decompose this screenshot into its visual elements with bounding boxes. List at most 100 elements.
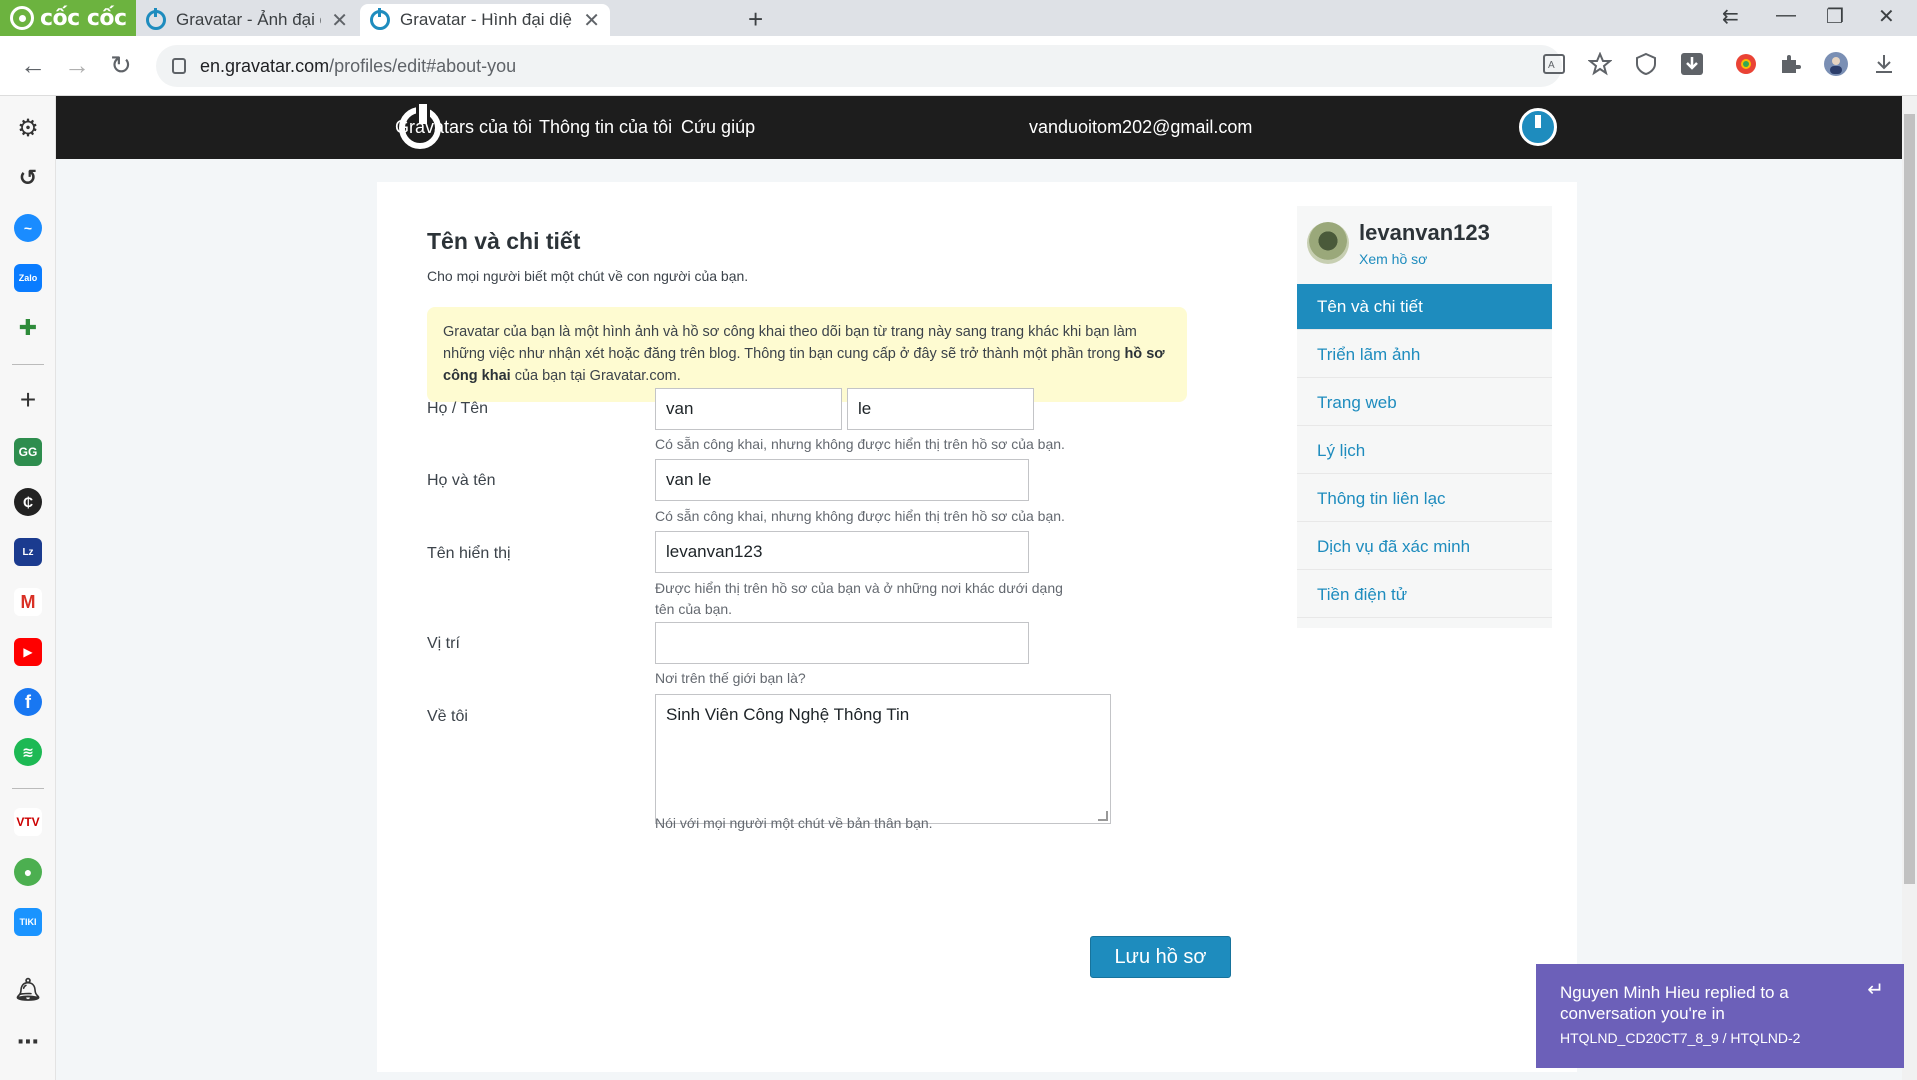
location-label: Vị trí: [427, 635, 460, 652]
sidebar-divider: [12, 364, 44, 365]
toast-message: Nguyen Minh Hieu replied to a conversati…: [1560, 983, 1789, 1023]
save-profile-button[interactable]: Lưu hồ sơ: [1090, 936, 1231, 978]
last-name-input[interactable]: le: [847, 388, 1034, 430]
full-name-label: Họ và tên: [427, 472, 496, 489]
translate-icon[interactable]: A: [1542, 52, 1566, 76]
gravatar-favicon-icon: [146, 8, 166, 30]
menu-contact-info[interactable]: Thông tin liên lạc: [1297, 476, 1552, 522]
add-icon[interactable]: +: [14, 384, 42, 415]
first-name-input[interactable]: van: [655, 388, 842, 430]
game-controller-icon[interactable]: ✚: [14, 314, 42, 342]
tab-gravatar-2[interactable]: Gravatar - Hình đại diện được ✕: [360, 4, 610, 36]
browser-toolbar: ← → ↻ en.gravatar.com/profiles/edit#abou…: [0, 36, 1917, 96]
map-pin-icon[interactable]: ●: [14, 858, 42, 886]
close-tab-icon[interactable]: ✕: [583, 8, 600, 33]
download-manager-icon[interactable]: [1680, 52, 1704, 76]
lock-icon: [172, 58, 186, 74]
coin-icon[interactable]: ₵: [14, 488, 42, 516]
toast-channel: HTQLND_CD20CT7_8_9 / HTQLND-2: [1560, 1030, 1801, 1046]
profile-avatar-icon[interactable]: [1824, 52, 1848, 76]
display-name-hint: Được hiển thị trên hồ sơ của bạn và ở nh…: [655, 580, 1063, 617]
nav-my-gravatars[interactable]: Gravatars của tôi: [395, 117, 532, 138]
restore-button[interactable]: ❐: [1826, 4, 1844, 29]
browser-sidebar: ⚙ ↺ ~ Zalo ✚ + GG ₵ Lz M ▶ f ≋ VTV ● TIK…: [0, 96, 56, 1080]
page-subtitle: Cho mọi người biết một chút về con người…: [427, 268, 749, 284]
full-name-input[interactable]: van le: [655, 459, 1029, 501]
menu-verified-services[interactable]: Dịch vụ đã xác minh: [1297, 524, 1552, 570]
notification-bell-icon[interactable]: 🔔︎: [14, 976, 42, 1004]
menu-photo-gallery[interactable]: Triển lãm ảnh: [1297, 332, 1552, 378]
reload-button[interactable]: ↻: [110, 50, 132, 81]
page-scrollbar[interactable]: [1902, 96, 1917, 1080]
avatar[interactable]: [1307, 222, 1349, 264]
more-options-icon[interactable]: ⋯: [14, 1028, 42, 1056]
name-hint: Có sẵn công khai, nhưng không được hiển …: [655, 436, 1065, 452]
about-textarea[interactable]: Sinh Viên Công Nghệ Thông Tin: [655, 694, 1111, 824]
notification-toast[interactable]: Nguyen Minh Hieu replied to a conversati…: [1536, 964, 1904, 1068]
messenger-icon[interactable]: ~: [14, 214, 42, 242]
shield-icon[interactable]: [1634, 52, 1658, 76]
scrollbar-thumb[interactable]: [1904, 114, 1915, 884]
location-hint: Nơi trên thế giới bạn là?: [655, 670, 806, 686]
account-email[interactable]: vanduoitom202@gmail.com: [1029, 117, 1252, 138]
minimize-button[interactable]: —: [1776, 4, 1796, 27]
notice-text: Gravatar của bạn là một hình ảnh và hồ s…: [443, 324, 1137, 362]
tab-gravatar-1[interactable]: Gravatar - Ảnh đại diện toàn c ✕: [136, 4, 358, 36]
profile-username: levanvan123: [1359, 220, 1490, 245]
bookmark-star-icon[interactable]: [1588, 52, 1612, 76]
menu-websites[interactable]: Trang web: [1297, 380, 1552, 426]
zalo-icon[interactable]: Zalo: [14, 264, 42, 292]
menu-resume[interactable]: Lý lịch: [1297, 428, 1552, 474]
tiki-icon[interactable]: TIKI: [14, 908, 42, 936]
forward-button[interactable]: →: [64, 50, 90, 81]
account-avatar-icon[interactable]: [1519, 108, 1557, 146]
spotify-icon[interactable]: ≋: [14, 738, 42, 766]
facebook-icon[interactable]: f: [14, 688, 42, 716]
close-tab-icon[interactable]: ✕: [331, 8, 348, 33]
about-label: Về tôi: [427, 708, 468, 725]
nav-help[interactable]: Cứu giúp: [681, 117, 755, 138]
geeksforgeeks-icon[interactable]: GG: [14, 438, 42, 466]
gmail-icon[interactable]: M: [14, 588, 42, 616]
address-bar[interactable]: en.gravatar.com/profiles/edit#about-you: [156, 45, 1562, 87]
brand-name: cốc cốc: [40, 5, 127, 31]
notice-text-end: của bạn tại Gravatar.com.: [510, 368, 681, 384]
menu-name-details[interactable]: Tên và chi tiết: [1297, 284, 1552, 330]
display-name-input[interactable]: levanvan123: [655, 531, 1029, 573]
tab-title: Gravatar - Hình đại diện được: [400, 10, 573, 29]
display-name-label: Tên hiển thị: [427, 545, 511, 562]
resize-grip-icon[interactable]: [1098, 811, 1108, 821]
page-title: Tên và chi tiết: [427, 228, 581, 254]
downloads-icon[interactable]: [1872, 52, 1896, 76]
menu-crypto[interactable]: Tiền điện tử: [1297, 572, 1552, 618]
name-label: Họ / Tên: [427, 400, 489, 417]
view-profile-link[interactable]: Xem hồ sơ: [1359, 251, 1427, 267]
url-path: /profiles/edit#about-you: [329, 55, 517, 76]
about-hint: Nói với mọi người một chút về bản thân b…: [655, 815, 933, 831]
sidebar-divider: [12, 788, 44, 789]
history-icon[interactable]: ↺: [14, 164, 42, 192]
tab-search-icon[interactable]: ⇇: [1722, 4, 1739, 29]
full-name-hint: Có sẵn công khai, nhưng không được hiển …: [655, 508, 1065, 524]
lazada-icon[interactable]: Lz: [14, 538, 42, 566]
location-input[interactable]: [655, 622, 1029, 664]
back-button[interactable]: ←: [20, 50, 46, 81]
vtv-go-icon[interactable]: VTV: [14, 808, 42, 836]
gravatar-page: Gravatars của tôi Thông tin của tôi Cứu …: [56, 96, 1902, 1080]
extension-chrome-icon[interactable]: [1734, 52, 1758, 76]
extensions-puzzle-icon[interactable]: [1778, 52, 1802, 76]
svg-text:A: A: [1548, 60, 1555, 71]
nav-my-profile[interactable]: Thông tin của tôi: [539, 117, 672, 138]
profile-sidebar: levanvan123 Xem hồ sơ Tên và chi tiết Tr…: [1297, 206, 1552, 628]
new-tab-button[interactable]: +: [748, 4, 763, 35]
reply-arrow-icon[interactable]: ↵: [1867, 980, 1884, 1001]
gravatar-top-nav: Gravatars của tôi Thông tin của tôi Cứu …: [56, 96, 1902, 159]
youtube-icon[interactable]: ▶: [14, 638, 42, 666]
tab-title: Gravatar - Ảnh đại diện toàn c: [176, 10, 321, 29]
gravatar-favicon-icon: [370, 8, 390, 30]
coccoc-logo[interactable]: cốc cốc: [0, 0, 136, 36]
browser-tab-strip: cốc cốc Gravatar - Ảnh đại diện toàn c ✕…: [0, 0, 1917, 36]
profile-edit-card: Tên và chi tiết Cho mọi người biết một c…: [377, 182, 1577, 1072]
close-window-button[interactable]: ✕: [1878, 4, 1895, 29]
settings-gear-icon[interactable]: ⚙: [14, 114, 42, 142]
